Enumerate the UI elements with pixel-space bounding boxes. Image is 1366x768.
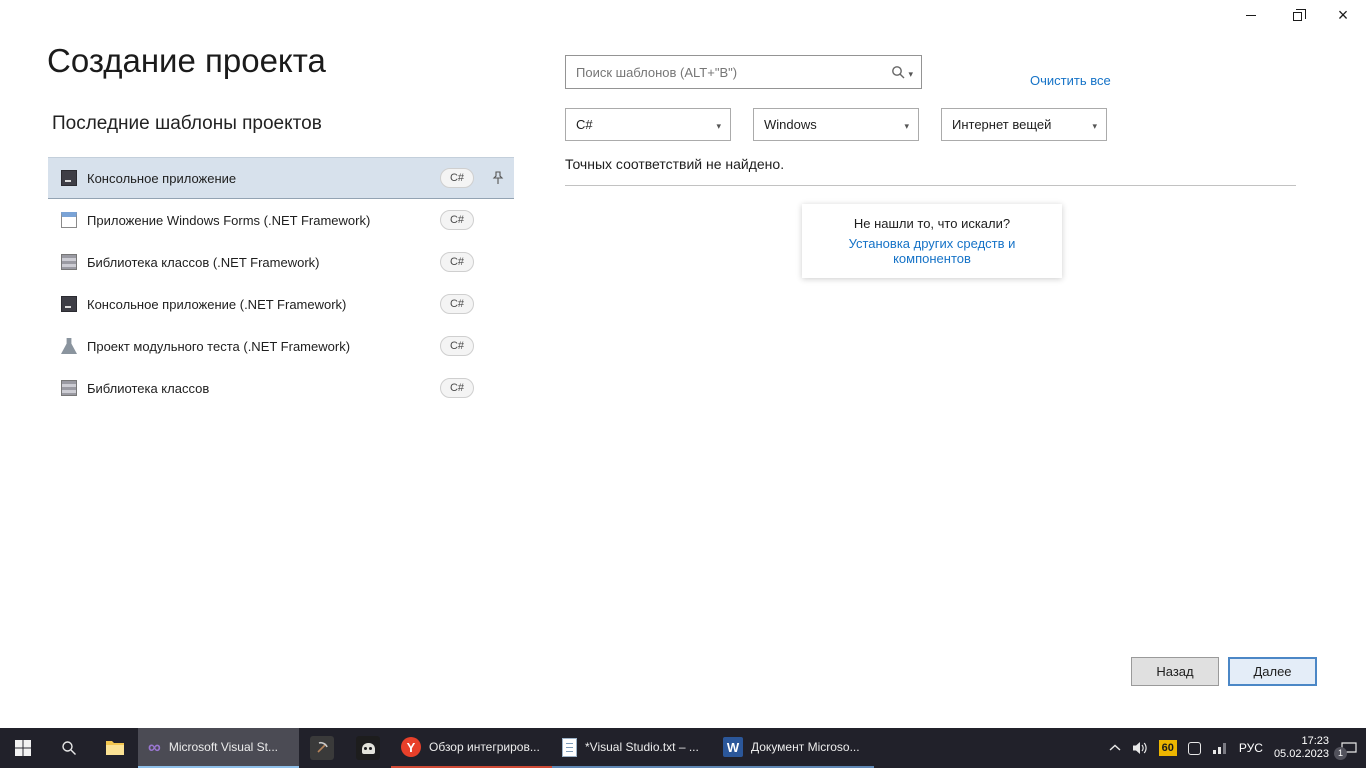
search-icon — [61, 740, 77, 756]
taskbar-app-label: *Visual Studio.txt – ... — [585, 740, 699, 754]
language-filter-value: C# — [576, 117, 716, 132]
word-icon — [723, 737, 743, 757]
results-divider — [565, 185, 1296, 186]
template-label: Приложение Windows Forms (.NET Framework… — [87, 213, 370, 228]
next-button[interactable]: Далее — [1228, 657, 1317, 686]
taskbar-app-word[interactable]: Документ Microso... — [713, 728, 874, 768]
recent-templates-list: Консольное приложение C# Приложение Wind… — [48, 157, 514, 409]
windows-logo-icon — [15, 740, 31, 756]
clock[interactable]: 17:23 05.02.2023 — [1274, 735, 1329, 761]
project-type-filter-dropdown[interactable]: Интернет вещей — [941, 108, 1107, 141]
volume-icon — [1132, 741, 1148, 755]
language-indicator[interactable]: РУС — [1239, 741, 1263, 755]
not-found-panel: Не нашли то, что искали? Установка други… — [802, 204, 1062, 278]
chevron-down-icon — [904, 117, 909, 132]
notepad-icon — [562, 738, 577, 757]
template-row-class-library-netfw[interactable]: Библиотека классов (.NET Framework) C# — [48, 241, 514, 283]
template-label: Проект модульного теста (.NET Framework) — [87, 339, 350, 354]
taskbar-app-visual-studio[interactable]: Microsoft Visual St... — [138, 728, 299, 768]
yandex-browser-icon — [401, 737, 421, 757]
chevron-down-icon — [1092, 117, 1097, 132]
tray-app-icon — [1188, 742, 1201, 755]
template-row-class-library[interactable]: Библиотека классов C# — [48, 367, 514, 409]
language-badge: C# — [440, 210, 474, 230]
language-badge: C# — [440, 252, 474, 272]
winforms-app-icon — [61, 212, 77, 228]
visual-studio-icon — [148, 738, 161, 756]
recent-templates-title: Последние шаблоны проектов — [52, 113, 322, 135]
clock-time: 17:23 — [1274, 735, 1329, 748]
not-found-title: Не нашли то, что искали? — [808, 216, 1056, 231]
project-type-filter-value: Интернет вещей — [952, 117, 1092, 132]
create-project-dialog: Создание проекта Последние шаблоны проек… — [0, 0, 1366, 728]
template-row-console-app[interactable]: Консольное приложение C# — [48, 157, 514, 199]
restore-button[interactable] — [1274, 0, 1320, 30]
template-label: Библиотека классов — [87, 381, 209, 396]
taskbar-app-label: Документ Microso... — [751, 740, 860, 754]
platform-filter-dropdown[interactable]: Windows — [753, 108, 919, 141]
start-button[interactable] — [0, 728, 46, 768]
pickaxe-game-icon — [310, 736, 334, 760]
folder-icon — [105, 740, 125, 756]
clock-date: 05.02.2023 — [1274, 748, 1329, 761]
console-app-icon — [61, 296, 77, 312]
chevron-up-icon — [1109, 744, 1121, 752]
search-input[interactable] — [576, 65, 891, 80]
minimize-button[interactable] — [1228, 0, 1274, 30]
network-button[interactable] — [1212, 742, 1228, 754]
close-button[interactable] — [1320, 0, 1366, 30]
minimize-icon — [1246, 15, 1256, 16]
template-label: Библиотека классов (.NET Framework) — [87, 255, 320, 270]
language-badge: C# — [440, 168, 474, 188]
console-app-icon — [61, 170, 77, 186]
notification-count-badge: 1 — [1334, 747, 1347, 760]
template-search-box — [565, 55, 922, 89]
filter-row: C# Windows Интернет вещей — [565, 108, 1107, 141]
network-icon — [1212, 742, 1228, 754]
platform-filter-value: Windows — [764, 117, 904, 132]
taskbar-app-notepad[interactable]: *Visual Studio.txt – ... — [552, 728, 713, 768]
taskbar-app-pickaxe-game[interactable] — [299, 728, 345, 768]
tray-app-button[interactable] — [1188, 742, 1201, 755]
class-library-icon — [61, 380, 77, 396]
template-row-unit-test-netfw[interactable]: Проект модульного теста (.NET Framework)… — [48, 325, 514, 367]
file-explorer-button[interactable] — [92, 728, 138, 768]
page-title: Создание проекта — [47, 42, 326, 80]
chevron-down-icon — [908, 65, 913, 80]
skull-game-icon — [356, 736, 380, 760]
action-center-button[interactable]: 1 — [1340, 741, 1358, 756]
template-row-console-app-netfw[interactable]: Консольное приложение (.NET Framework) C… — [48, 283, 514, 325]
unit-test-icon — [61, 338, 77, 354]
template-label: Консольное приложение (.NET Framework) — [87, 297, 346, 312]
taskbar-app-yandex-browser[interactable]: Обзор интегриров... — [391, 728, 552, 768]
template-row-winforms-app[interactable]: Приложение Windows Forms (.NET Framework… — [48, 199, 514, 241]
percent-tray-badge[interactable]: 60 — [1159, 740, 1177, 756]
back-button[interactable]: Назад — [1131, 657, 1219, 686]
install-components-link[interactable]: Установка других средств и компонентов — [808, 236, 1056, 266]
taskbar-search-button[interactable] — [46, 728, 92, 768]
restore-icon — [1293, 12, 1302, 21]
clear-all-link[interactable]: Очистить все — [1030, 73, 1111, 88]
pin-icon[interactable] — [492, 171, 504, 185]
system-tray: 60 РУС 17:23 05.02.2023 1 — [1099, 728, 1366, 768]
class-library-icon — [61, 254, 77, 270]
close-icon — [1338, 6, 1349, 24]
taskbar: Microsoft Visual St... Обзор интегриров.… — [0, 728, 1366, 768]
window-controls — [1228, 0, 1366, 30]
tray-expand-button[interactable] — [1109, 744, 1121, 752]
volume-button[interactable] — [1132, 741, 1148, 755]
language-badge: C# — [440, 378, 474, 398]
no-match-message: Точных соответствий не найдено. — [565, 156, 784, 172]
taskbar-app-skull-game[interactable] — [345, 728, 391, 768]
language-badge: C# — [440, 336, 474, 356]
template-label: Консольное приложение — [87, 171, 236, 186]
taskbar-app-label: Microsoft Visual St... — [169, 740, 278, 754]
search-icon — [891, 65, 905, 79]
taskbar-app-label: Обзор интегриров... — [429, 740, 540, 754]
search-button[interactable] — [891, 65, 913, 80]
language-filter-dropdown[interactable]: C# — [565, 108, 731, 141]
language-badge: C# — [440, 294, 474, 314]
chevron-down-icon — [716, 117, 721, 132]
